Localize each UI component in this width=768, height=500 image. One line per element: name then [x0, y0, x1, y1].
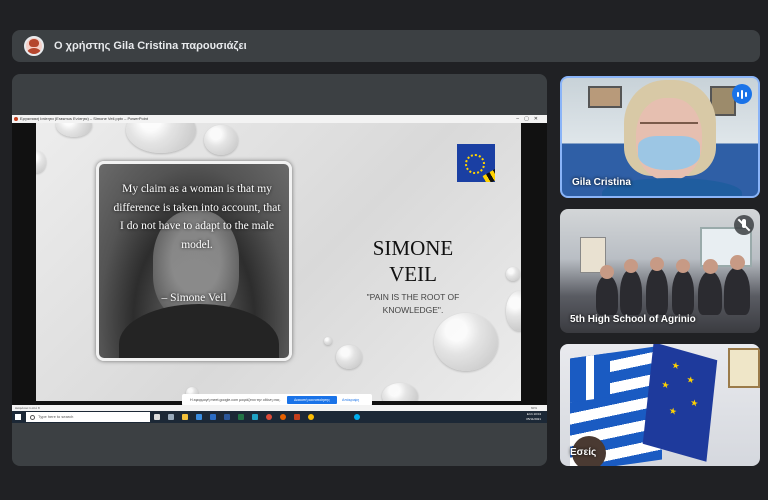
water-drop-decoration: [36, 151, 46, 173]
slide: My claim as a woman is that my differenc…: [36, 123, 521, 401]
quote-text: My claim as a woman is that my differenc…: [109, 180, 285, 254]
slide-subtitle-line: KNOWLEDGE".: [382, 305, 444, 315]
taskbar-apps: [154, 414, 384, 421]
student: [698, 271, 722, 315]
water-drop-decoration: [506, 267, 520, 281]
firefox-icon: [280, 414, 286, 420]
taskview-icon: [154, 414, 160, 420]
presenter-banner-text: Ο χρήστης Gila Cristina παρουσιάζει: [54, 40, 247, 52]
participant-mask: [638, 136, 700, 170]
widgets-icon: [168, 414, 174, 420]
quote-author: – Simone Veil: [161, 292, 227, 304]
eu-flag: ★ ★ ★ ★ ★: [642, 344, 718, 462]
chrome-icon: [266, 414, 272, 420]
meet-window: Ο χρήστης Gila Cristina παρουσιάζει Εργα…: [0, 0, 768, 500]
student: [646, 267, 668, 315]
student: [672, 269, 694, 315]
eu-star-icon: ★: [668, 405, 678, 418]
erasmus-eu-logo: [457, 144, 495, 182]
student-head: [676, 259, 690, 273]
share-toast-text: Η εφαρμογή meet.google.com μοιράζεται τη…: [190, 398, 281, 402]
student: [620, 269, 642, 315]
system-tray: ΕΛΛ 10:04 05/11/2021: [526, 412, 541, 422]
muted-mic-icon: [734, 215, 754, 235]
water-drop-decoration: [324, 337, 332, 345]
eu-star-icon: ★: [671, 359, 681, 372]
presenter-banner: Ο χρήστης Gila Cristina παρουσιάζει: [12, 30, 760, 62]
ppt-window-title: Εργασιακή Ισότητα (Erasmus Ενότητα) – Si…: [20, 116, 148, 121]
quote-photo-card: My claim as a woman is that my differenc…: [96, 161, 292, 361]
participant-name: 5th High School of Agrinio: [570, 314, 696, 325]
windows-start-icon: [15, 414, 21, 420]
powerpoint-taskbar-icon: [294, 414, 300, 420]
shared-screen: Εργασιακή Ισότητα (Erasmus Ενότητα) – Si…: [12, 115, 547, 423]
tray-date: 05/11/2021: [526, 417, 541, 421]
slide-title: SIMONE VEIL: [348, 235, 478, 287]
quote-line: I do not have to adapt to the male: [120, 220, 274, 232]
student-head: [703, 259, 718, 274]
window-controls: –▢✕: [516, 116, 543, 122]
word-icon: [224, 414, 230, 420]
windows-taskbar: Type here to search ΕΛΛ 10:04 05/11/2021: [12, 411, 547, 423]
participant-glasses: [640, 122, 698, 131]
participant-tile-gila-cristina[interactable]: Gila Cristina: [560, 76, 760, 198]
store-icon: [196, 414, 202, 420]
student: [596, 275, 618, 315]
slide-title-line: SIMONE: [372, 236, 454, 260]
explorer-icon: [182, 414, 188, 420]
edge-icon: [252, 414, 258, 420]
participant-name: Gila Cristina: [572, 177, 631, 188]
quote-line: model.: [181, 238, 213, 251]
taskbar-search: Type here to search: [26, 412, 150, 422]
student-head: [650, 257, 664, 271]
slide-title-line: VEIL: [389, 262, 437, 286]
water-drop-decoration: [336, 345, 362, 369]
eu-stars-icon: [465, 154, 485, 174]
portrait-body: [119, 304, 279, 358]
presentation-tile[interactable]: Εργασιακή Ισότητα (Erasmus Ενότητα) – Si…: [12, 74, 547, 466]
participant-tile-self[interactable]: ★ ★ ★ ★ ★ Εσείς: [560, 344, 760, 466]
water-drop-decoration: [126, 123, 196, 153]
participant-tile-5th-high-school[interactable]: 5th High School of Agrinio: [560, 209, 760, 333]
participant-name: Εσείς: [570, 447, 597, 458]
wall-frame: [728, 348, 760, 388]
slide-subtitle-line: "PAIN IS THE ROOT OF: [366, 292, 460, 302]
chrome-icon: [308, 414, 314, 420]
student: [724, 267, 750, 315]
wall-picture: [588, 86, 622, 108]
presenter-avatar: [24, 36, 44, 56]
water-drop-decoration: [434, 313, 498, 371]
quote-line: difference is taken into account, that: [113, 201, 281, 214]
eu-star-icon: ★: [660, 378, 671, 391]
student-head: [600, 265, 614, 279]
student-head: [730, 255, 745, 270]
skype-icon: [354, 414, 360, 420]
speaking-indicator-icon: [732, 84, 752, 104]
mail-icon: [210, 414, 216, 420]
eu-star-icon: ★: [686, 373, 696, 386]
slide-counter: Διαφάνεια 1 από 8: [15, 406, 40, 410]
water-drop-decoration: [506, 291, 521, 331]
powerpoint-icon: [14, 117, 18, 121]
water-drop-decoration: [382, 383, 418, 401]
eu-star-icon: ★: [689, 396, 699, 410]
student-head: [624, 259, 638, 273]
water-drop-decoration: [56, 123, 92, 137]
water-drop-decoration: [204, 125, 238, 155]
quote-line: My claim as a woman is that my: [122, 183, 272, 195]
slide-subtitle: "PAIN IS THE ROOT OF KNOWLEDGE".: [346, 291, 480, 317]
ppt-titlebar: Εργασιακή Ισότητα (Erasmus Ενότητα) – Si…: [12, 115, 547, 123]
stop-sharing-button[interactable]: Διακοπή κοινοποίησης: [287, 396, 337, 404]
excel-icon: [238, 414, 244, 420]
